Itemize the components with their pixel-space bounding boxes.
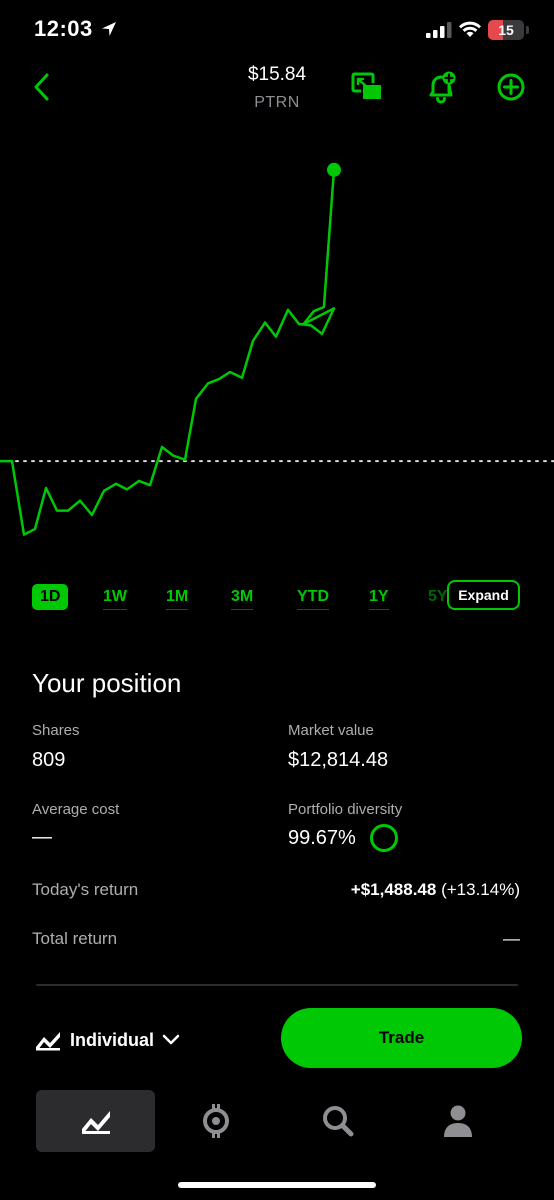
divider — [36, 984, 518, 986]
status-time: 12:03 — [34, 16, 93, 41]
account-person-icon — [444, 1105, 472, 1137]
average-cost-value: — — [32, 826, 52, 848]
account-selector[interactable]: Individual — [34, 1024, 180, 1056]
wifi-icon — [459, 21, 481, 37]
battery-nub — [526, 26, 529, 34]
todays-return-label: Today's return — [32, 880, 139, 899]
search-icon — [323, 1106, 354, 1137]
crypto-icon — [203, 1104, 229, 1138]
investing-chart-icon — [81, 1111, 110, 1134]
average-cost-label: Average cost — [32, 801, 120, 818]
price-line — [0, 168, 336, 536]
portfolio-diversity-value: 99.67% — [288, 827, 356, 849]
diversity-ring-icon[interactable] — [370, 824, 398, 852]
bottom-nav — [0, 1090, 554, 1160]
todays-return-amount: +$1,488.48 — [350, 880, 437, 899]
account-label: Individual — [70, 1029, 155, 1050]
nav-investing[interactable] — [36, 1090, 155, 1152]
price-end-marker — [327, 162, 341, 177]
cellular-signal-icon — [426, 22, 452, 38]
trade-button[interactable]: Trade — [281, 1008, 522, 1068]
tab-1d[interactable]: 1D — [32, 584, 69, 610]
position-title: Your position — [32, 668, 182, 698]
todays-return-percent: (+13.14%) — [441, 880, 520, 899]
shares-label: Shares — [32, 722, 80, 739]
location-arrow-icon — [102, 22, 116, 36]
header-symbol: PTRN — [254, 94, 300, 111]
chevron-down-icon — [162, 1034, 180, 1045]
portfolio-diversity-label[interactable]: Portfolio diversity — [288, 801, 402, 818]
home-indicator[interactable] — [178, 1182, 376, 1188]
nav-search[interactable] — [300, 1090, 376, 1152]
status-bar: 12:03 15 — [0, 0, 554, 60]
expand-button[interactable]: Expand — [447, 580, 520, 610]
tab-1m[interactable]: 1M — [166, 584, 189, 610]
total-return-value: — — [503, 929, 520, 948]
back-chevron-icon[interactable] — [28, 70, 58, 104]
tab-5y[interactable]: 5Y — [428, 584, 448, 610]
header-title: $15.84 PTRN — [177, 64, 377, 112]
price-chart[interactable] — [0, 130, 554, 570]
battery-level: 15 — [498, 22, 514, 38]
total-return-label: Total return — [32, 929, 118, 948]
market-value: $12,814.48 — [288, 749, 389, 771]
add-alert-bell-icon[interactable] — [424, 70, 458, 104]
investing-chart-icon — [36, 1032, 60, 1051]
nav-crypto[interactable] — [178, 1090, 254, 1152]
add-circle-icon[interactable] — [494, 70, 528, 104]
battery-icon: 15 — [488, 20, 524, 40]
tab-1w[interactable]: 1W — [103, 584, 127, 610]
todays-return-value: +$1,488.48 (+13.14%) — [351, 880, 520, 900]
tab-1y[interactable]: 1Y — [369, 584, 389, 610]
header-price: $15.84 — [247, 64, 307, 85]
shares-value: 809 — [32, 749, 66, 771]
nav-account[interactable] — [420, 1090, 496, 1152]
market-value-label: Market value — [288, 722, 374, 739]
time-range-tabs: 1D 1W 1M 3M YTD 1Y 5Y Expand — [0, 580, 554, 612]
tab-3m[interactable]: 3M — [231, 584, 254, 610]
picture-in-picture-icon[interactable] — [350, 70, 384, 104]
tab-ytd[interactable]: YTD — [297, 584, 329, 610]
